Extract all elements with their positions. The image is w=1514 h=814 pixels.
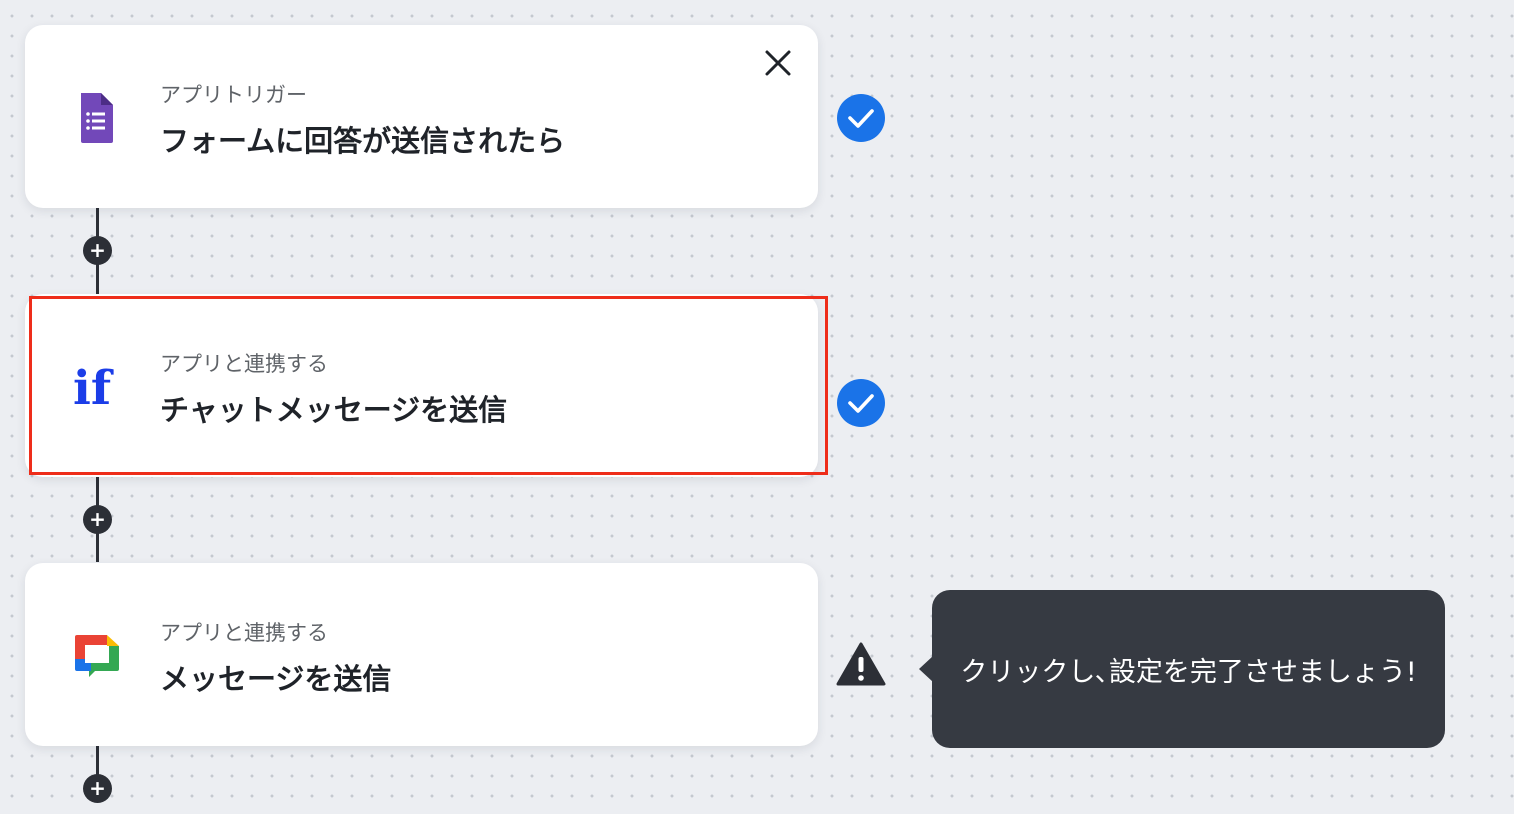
step-type-label: アプリと連携する (160, 352, 328, 376)
tooltip-text: クリックし､設定を完了させましょう! (960, 656, 1417, 688)
check-circle-icon (836, 93, 886, 143)
add-step-button[interactable]: + (83, 774, 112, 803)
step-title: メッセージを送信 (160, 662, 392, 696)
step-title: チャットメッセージを送信 (160, 393, 508, 427)
step-title: フォームに回答が送信されたら (160, 124, 566, 158)
if-branch-icon: if (73, 358, 125, 416)
step-card-trigger[interactable]: アプリトリガー フォームに回答が送信されたら (25, 25, 818, 208)
guide-tooltip: クリックし､設定を完了させましょう! (919, 590, 1445, 748)
step-type-label: アプリトリガー (160, 83, 307, 107)
step-card-branch[interactable]: if アプリと連携する チャットメッセージを送信 (25, 294, 818, 477)
svg-text:if: if (73, 361, 114, 414)
google-chat-icon (73, 627, 125, 683)
step-card-chat[interactable]: アプリと連携する メッセージを送信 (25, 563, 818, 746)
check-circle-icon (836, 378, 886, 428)
add-step-button[interactable]: + (83, 236, 112, 265)
close-icon[interactable] (762, 47, 794, 79)
warning-icon (836, 640, 886, 690)
google-forms-icon (73, 89, 125, 145)
add-step-button[interactable]: + (83, 505, 112, 534)
step-type-label: アプリと連携する (160, 621, 328, 645)
